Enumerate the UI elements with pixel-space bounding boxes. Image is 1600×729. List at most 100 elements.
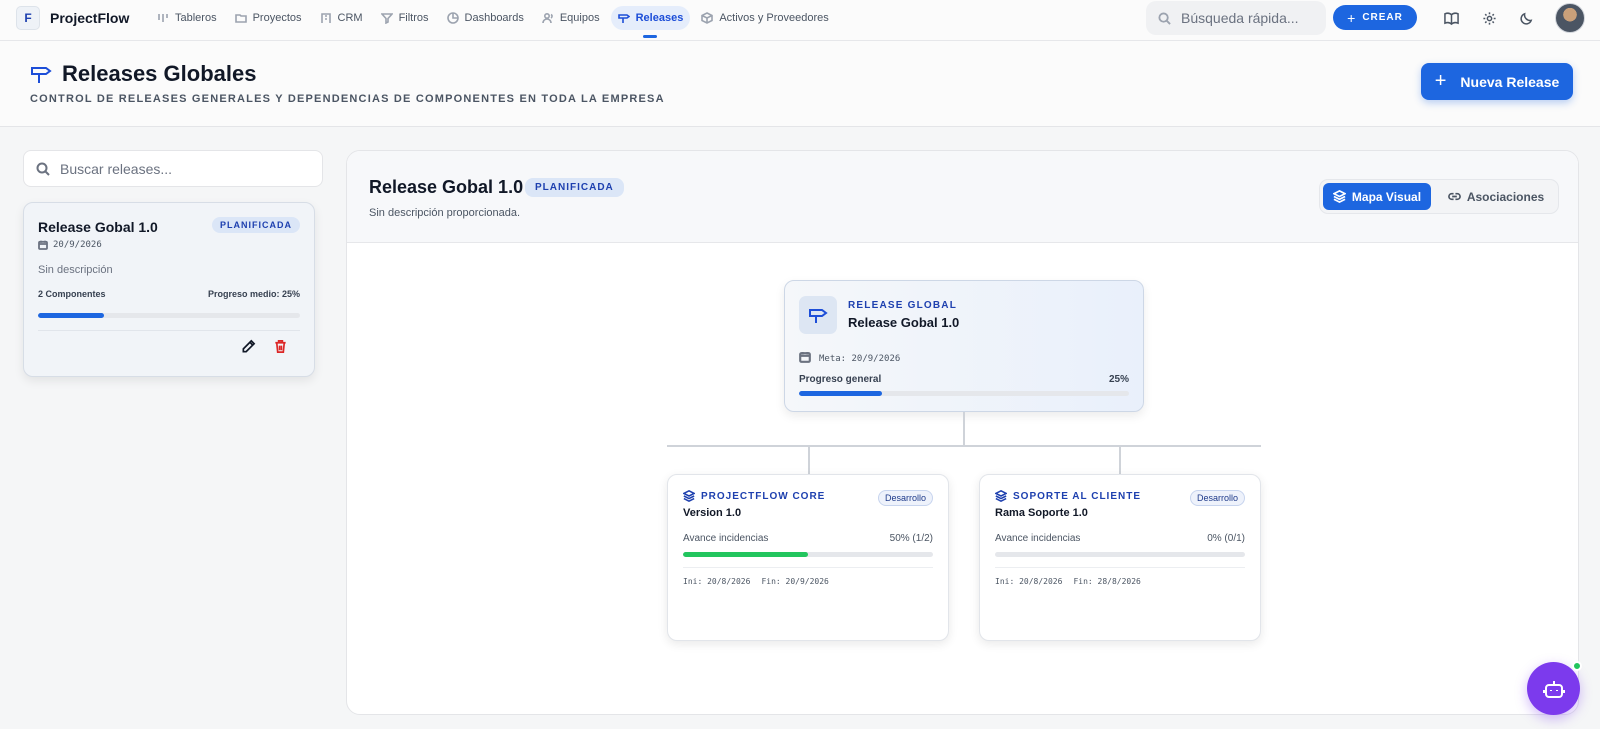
signpost-icon <box>617 14 630 23</box>
release-list-item[interactable]: Release Gobal 1.0 PLANIFICADA 20/9/2026 … <box>23 202 315 377</box>
release-detail-panel: Release Gobal 1.0 PLANIFICADA Sin descri… <box>346 150 1579 715</box>
link-icon <box>1447 192 1461 201</box>
tree-connector <box>667 445 1261 447</box>
nav-item-label: Proyectos <box>252 12 302 24</box>
building-icon <box>320 13 331 23</box>
node-meta-text: Meta: 20/9/2026 <box>819 353 901 364</box>
status-badge: Desarrollo <box>877 490 933 506</box>
tree-connector <box>1119 445 1121 474</box>
nav-item-crm[interactable]: CRM <box>313 6 370 30</box>
nav-item-label: Activos y Proveedores <box>719 12 829 24</box>
new-release-button[interactable]: + Nueva Release <box>1421 63 1573 100</box>
online-status-dot <box>1572 661 1582 671</box>
user-avatar[interactable] <box>1555 3 1585 33</box>
search-icon <box>36 162 50 176</box>
status-badge: Desarrollo <box>1189 490 1245 506</box>
filter-icon <box>380 13 393 24</box>
settings-button[interactable] <box>1480 9 1498 27</box>
nav-item-label: Dashboards <box>464 12 524 24</box>
layers-icon <box>1332 190 1346 203</box>
quick-search-input[interactable]: Búsqueda rápida... <box>1146 1 1326 35</box>
tab-label: Asociaciones <box>1466 189 1545 204</box>
node-progress-bar <box>799 391 1129 396</box>
delete-release-button[interactable] <box>273 339 291 357</box>
release-search-placeholder: Buscar releases... <box>60 160 173 177</box>
component-progress-bar <box>995 552 1245 557</box>
node-progress-label: Progreso general <box>799 374 882 385</box>
signpost-icon <box>799 296 837 334</box>
release-item-components: 2 Componentes <box>38 289 106 299</box>
progress-fill <box>38 313 104 318</box>
folder-icon <box>234 14 247 23</box>
nav-item-label: CRM <box>337 12 363 24</box>
release-item-description: Sin descripción <box>38 264 113 276</box>
status-badge: PLANIFICADA <box>212 217 300 233</box>
calendar-icon <box>799 351 811 366</box>
component-progress-label: Avance incidencias <box>995 533 1081 544</box>
search-icon <box>1158 11 1171 25</box>
nav-item-proyectos[interactable]: Proyectos <box>228 6 309 30</box>
detail-header: Release Gobal 1.0 PLANIFICADA Sin descri… <box>347 151 1578 243</box>
docs-button[interactable] <box>1442 9 1460 27</box>
app-logo[interactable]: F <box>16 6 40 30</box>
layers-icon <box>683 490 695 502</box>
nav-item-tableros[interactable]: Tableros <box>150 6 224 30</box>
top-navbar: F ProjectFlow Tableros Proyectos CRM Fil… <box>0 0 1600 41</box>
quick-search-placeholder: Búsqueda rápida... <box>1181 10 1299 26</box>
page-header: Releases Globales CONTROL DE RELEASES GE… <box>0 41 1600 127</box>
assistant-bot-button[interactable] <box>1527 662 1580 715</box>
signpost-icon <box>30 63 52 85</box>
nav-item-label: Equipos <box>559 12 600 24</box>
component-progress-value: 50% (1/2) <box>889 533 933 544</box>
nav-item-filtros[interactable]: Filtros <box>374 6 436 30</box>
view-switcher: Mapa Visual Asociaciones <box>1319 179 1559 214</box>
moon-icon <box>1519 12 1532 25</box>
nav-item-label: Filtros <box>398 12 429 24</box>
component-dates: Ini: 20/8/2026 Fin: 28/8/2026 <box>995 577 1141 586</box>
component-version: Rama Soporte 1.0 <box>995 507 1088 519</box>
nav-item-activos-proveedores[interactable]: Activos y Proveedores <box>694 6 835 30</box>
component-project-text: SOPORTE AL CLIENTE <box>1013 490 1142 502</box>
release-search-input[interactable]: Buscar releases... <box>23 150 323 187</box>
progress-fill <box>799 391 882 396</box>
release-item-date: 20/9/2026 <box>38 240 102 250</box>
release-item-date-text: 20/9/2026 <box>53 240 102 250</box>
nav-item-label: Tableros <box>175 12 217 24</box>
node-meta-date: Meta: 20/9/2026 <box>799 351 900 366</box>
component-version: Version 1.0 <box>683 507 742 519</box>
node-title: Release Gobal 1.0 <box>848 315 960 330</box>
calendar-icon <box>38 240 48 250</box>
layers-icon <box>995 490 1007 502</box>
box-icon <box>701 12 714 24</box>
divider <box>38 330 300 331</box>
release-item-title: Release Gobal 1.0 <box>38 219 158 235</box>
global-release-node[interactable]: RELEASE GLOBAL Release Gobal 1.0 Meta: 2… <box>784 280 1144 412</box>
component-node[interactable]: PROJECTFLOW CORE Version 1.0 Desarrollo … <box>667 474 949 641</box>
component-node[interactable]: SOPORTE AL CLIENTE Rama Soporte 1.0 Desa… <box>979 474 1261 641</box>
logo-mark: F <box>24 11 32 25</box>
nav-item-equipos[interactable]: Equipos <box>535 6 607 30</box>
node-kicker: RELEASE GLOBAL <box>848 300 958 311</box>
component-project-text: PROJECTFLOW CORE <box>701 490 826 502</box>
tree-connector <box>808 445 810 474</box>
theme-toggle-button[interactable] <box>1517 9 1535 27</box>
component-dates: Ini: 20/8/2026 Fin: 20/9/2026 <box>683 577 829 586</box>
edit-release-button[interactable] <box>241 339 259 357</box>
tab-asociaciones[interactable]: Asociaciones <box>1436 183 1556 210</box>
gear-icon <box>1482 11 1496 25</box>
status-badge: PLANIFICADA <box>525 178 624 197</box>
nav-item-label: Releases <box>635 12 684 24</box>
tab-mapa-visual[interactable]: Mapa Visual <box>1323 183 1431 210</box>
nav-item-releases[interactable]: Releases <box>610 6 691 38</box>
release-item-progress-label: Progreso medio: 25% <box>207 289 300 299</box>
app-name[interactable]: ProjectFlow <box>50 10 129 26</box>
component-start-date: Ini: 20/8/2026 <box>995 577 1063 586</box>
trash-icon <box>275 340 286 353</box>
detail-description: Sin descripción proporcionada. <box>369 207 521 219</box>
main-nav: Tableros Proyectos CRM Filtros Dashboard… <box>150 6 836 38</box>
kanban-icon <box>158 14 168 22</box>
create-button[interactable]: + CREAR <box>1333 5 1417 30</box>
page-subtitle: CONTROL DE RELEASES GENERALES Y DEPENDEN… <box>30 93 665 105</box>
nav-item-dashboards[interactable]: Dashboards <box>440 6 531 30</box>
component-end-date: Fin: 28/8/2026 <box>1073 577 1141 586</box>
